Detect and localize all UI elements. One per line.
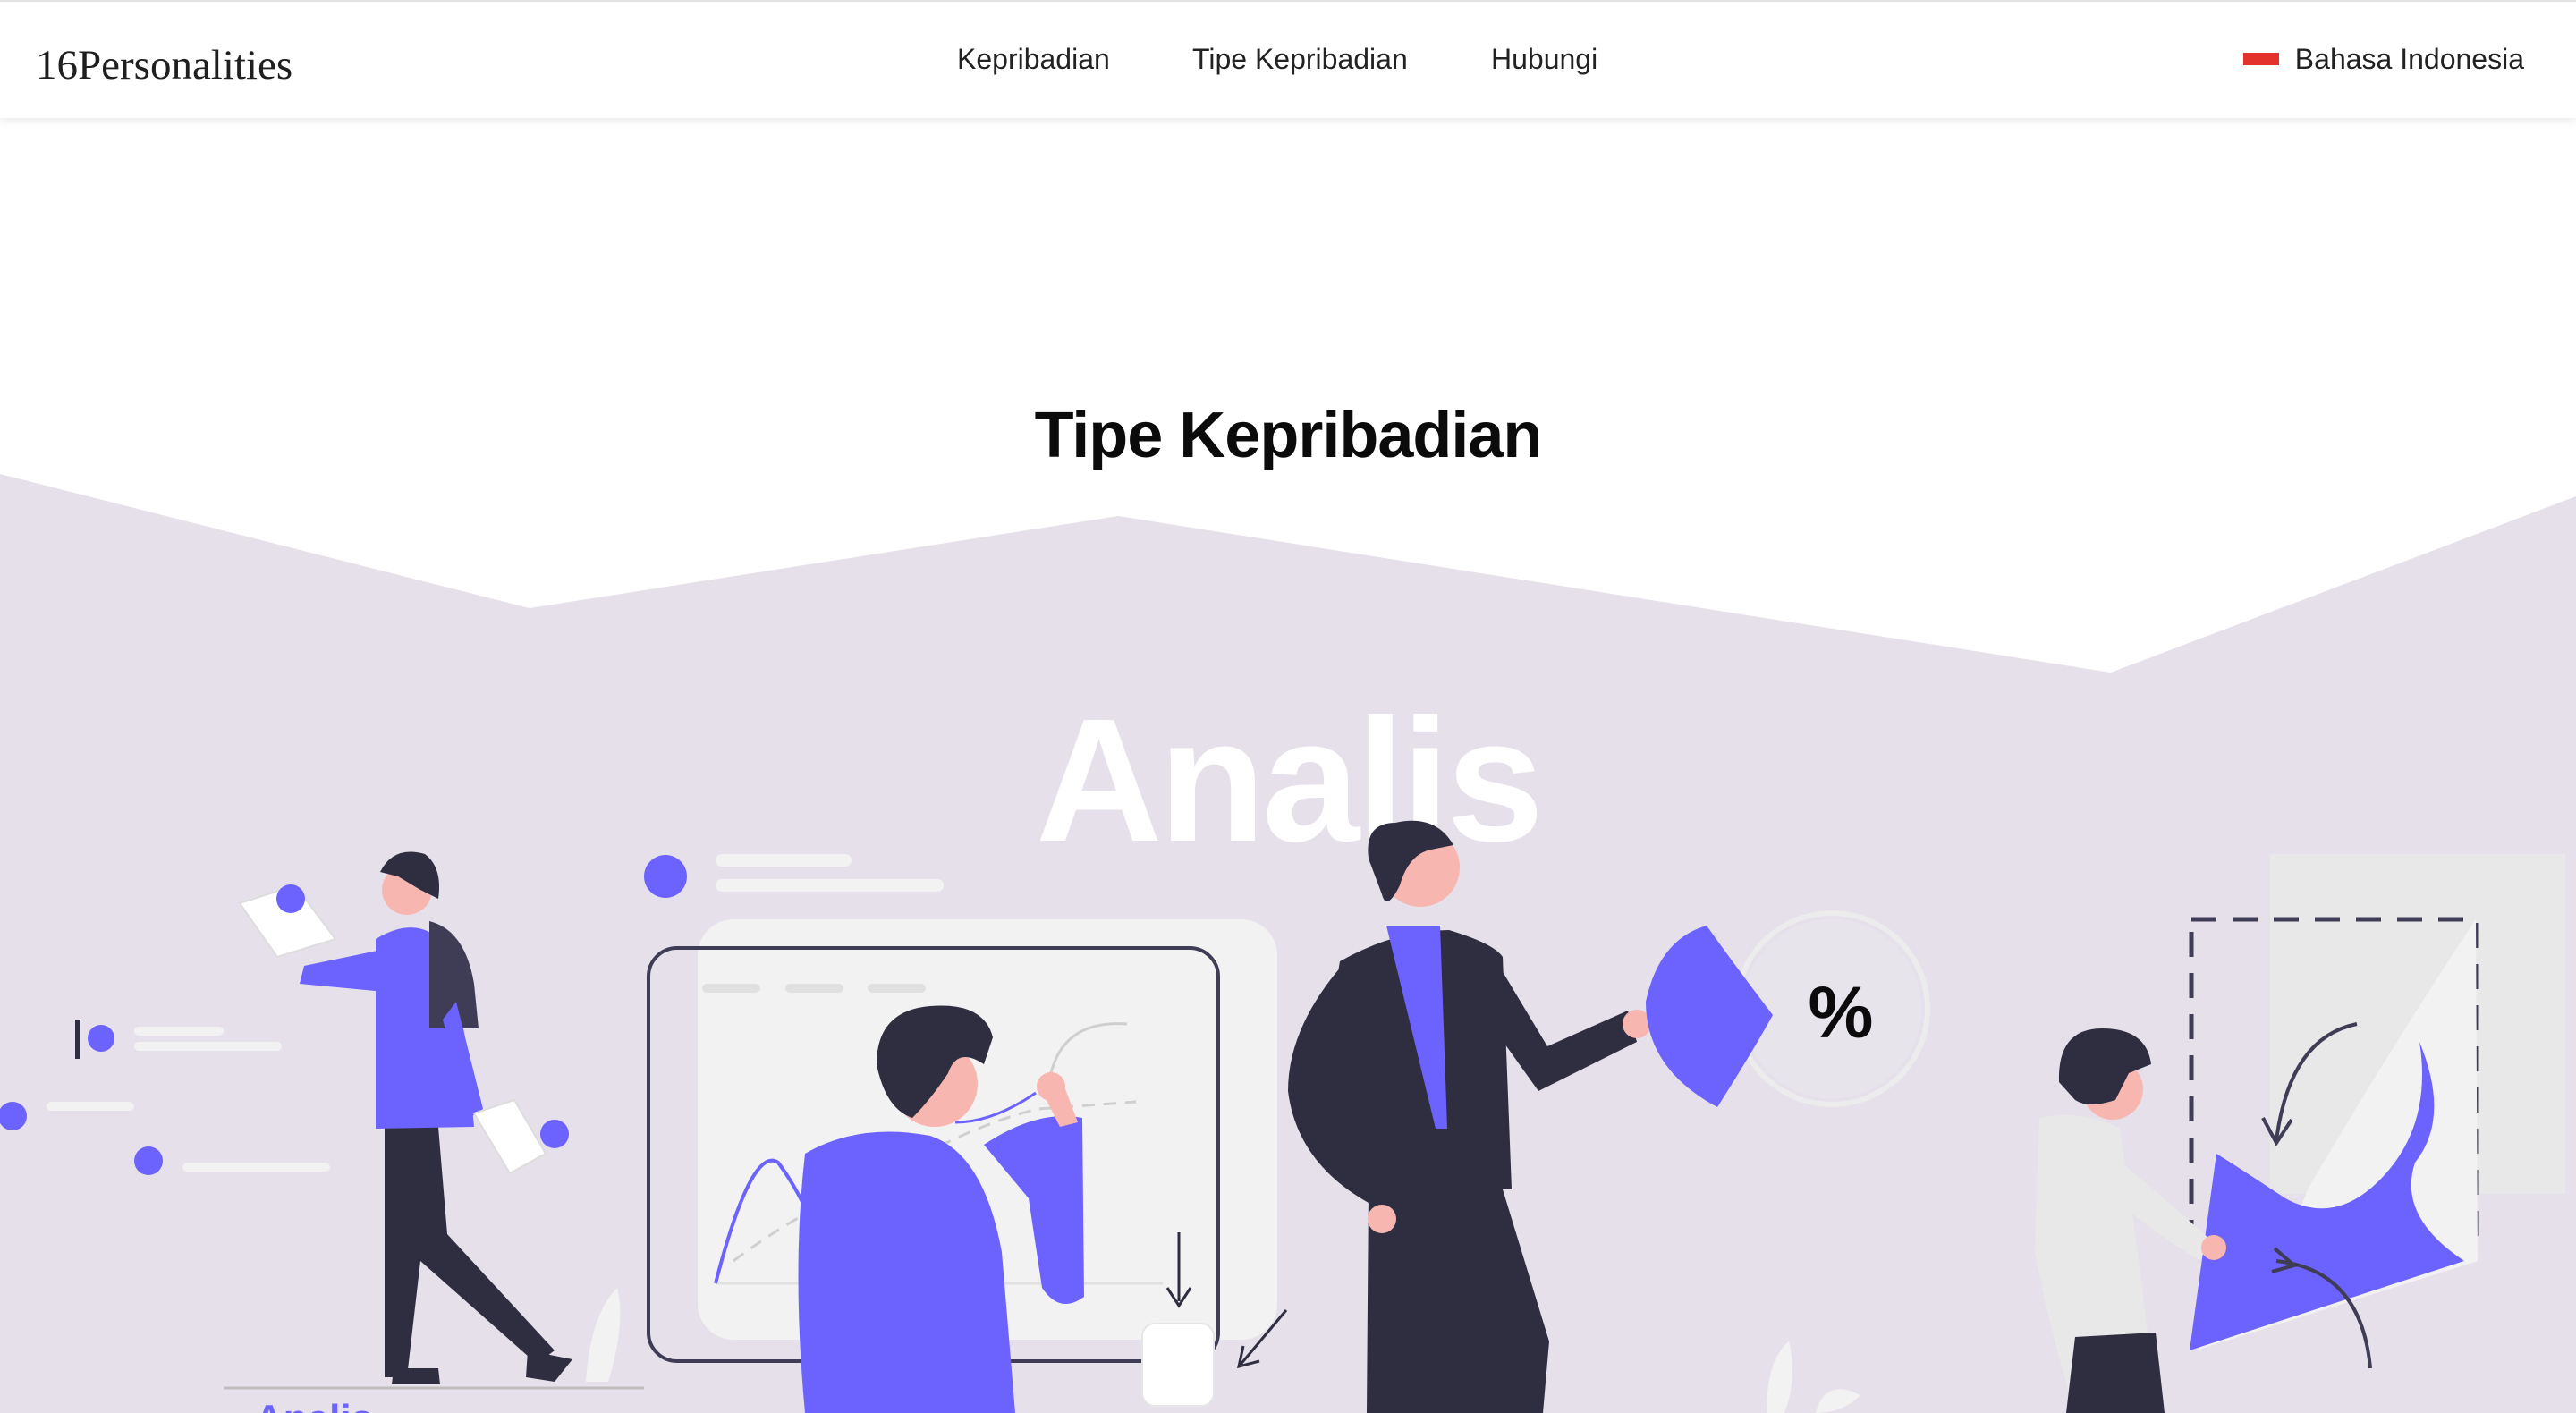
nav-link-tipe-kepribadian[interactable]: Tipe Kepribadian xyxy=(1192,43,1408,76)
analyst-illustration: % xyxy=(0,820,2565,1413)
person-peeling-figure xyxy=(2035,854,2565,1413)
decor-left-lines xyxy=(0,1020,330,1175)
nav-link-hubungi[interactable]: Hubungi xyxy=(1491,43,1597,76)
top-navigation-bar: 16Personalities Kepribadian Tipe Kepriba… xyxy=(0,0,2576,118)
nav-link-kepribadian[interactable]: Kepribadian xyxy=(957,43,1110,76)
page: 16Personalities Kepribadian Tipe Kepriba… xyxy=(0,0,2576,1413)
indonesia-flag-icon xyxy=(2242,52,2279,67)
partial-heading-text: Analis xyxy=(255,1397,373,1413)
person-reading-figure xyxy=(224,851,644,1390)
percent-label: % xyxy=(1809,972,1874,1053)
language-label: Bahasa Indonesia xyxy=(2294,43,2524,75)
person-suit-figure: % xyxy=(1288,820,1930,1413)
site-logo[interactable]: 16Personalities xyxy=(36,41,292,89)
language-selector[interactable]: Bahasa Indonesia xyxy=(2242,43,2524,76)
decor-plants xyxy=(1767,1341,1860,1413)
